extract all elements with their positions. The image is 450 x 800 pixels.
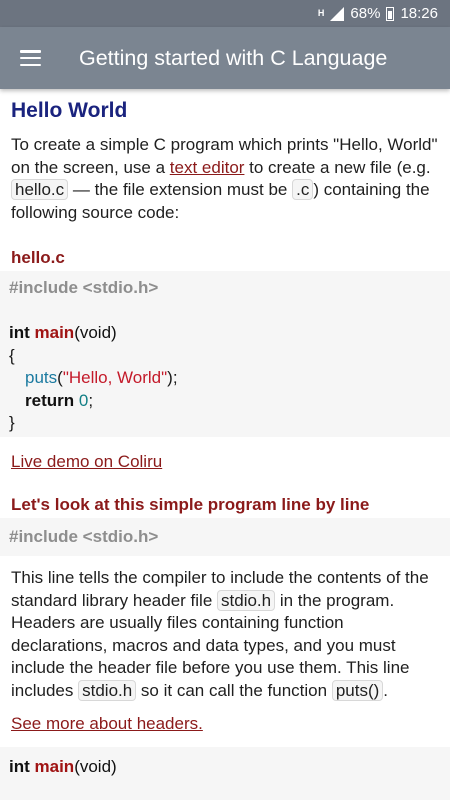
explain-text: . <box>383 680 389 700</box>
code-block: #include <stdio.h> int main(void) { puts… <box>0 271 450 437</box>
battery-icon <box>386 6 395 21</box>
intro-text: to create a new file (e.g. <box>244 157 431 177</box>
code-keyword: int <box>9 757 35 776</box>
text-editor-link[interactable]: text editor <box>170 158 245 177</box>
clock: 18:26 <box>400 5 438 22</box>
app-bar: Getting started with C Language <box>0 27 450 89</box>
code-function: main <box>34 757 75 776</box>
article-content[interactable]: Hello World To create a simple C program… <box>0 89 450 800</box>
line-by-line-title: Let's look at this simple program line b… <box>11 495 370 514</box>
include-code-block: #include <stdio.h> <box>0 518 450 556</box>
code-function: main <box>34 323 75 342</box>
status-bar: H 68% 18:26 <box>0 0 450 27</box>
code-call: puts <box>25 368 58 387</box>
inline-code: .c <box>292 179 314 200</box>
code-params: (void) <box>74 323 117 342</box>
network-type: H <box>317 8 325 18</box>
code-string: "Hello, World" <box>62 368 168 387</box>
code-keyword: int <box>9 323 35 342</box>
menu-button[interactable] <box>0 27 60 89</box>
code-keyword: return <box>25 390 79 410</box>
code-punct: ; <box>88 390 94 410</box>
code-number: 0 <box>78 390 89 410</box>
live-demo-link[interactable]: Live demo on Coliru <box>11 452 162 471</box>
inline-code: stdio.h <box>78 679 137 701</box>
explain-text: so it can call the function <box>136 680 332 700</box>
app-title: Getting started with C Language <box>79 45 388 70</box>
file-name-label: hello.c <box>11 248 65 267</box>
see-more-headers-link[interactable]: See more about headers. <box>11 714 203 733</box>
demo-link-row: Live demo on Coliru <box>11 451 441 474</box>
section-title: Hello World <box>11 99 128 122</box>
signal-icon <box>330 6 345 21</box>
inline-code: puts() <box>331 679 384 701</box>
code-include: #include <stdio.h> <box>9 278 159 297</box>
code-brace: { <box>9 345 15 365</box>
inline-code: hello.c <box>11 179 69 200</box>
code-params: (void) <box>74 757 117 776</box>
inline-code: stdio.h <box>217 589 276 611</box>
main-code-block: int main(void) <box>0 747 450 800</box>
code-brace: } <box>9 413 15 432</box>
code-punct: ); <box>167 368 178 387</box>
explain-paragraph: This line tells the compiler to include … <box>11 567 441 702</box>
headers-link-row: See more about headers. <box>11 713 441 736</box>
intro-text: — the file extension must be <box>68 180 293 199</box>
intro-paragraph: To create a simple C program which print… <box>11 134 441 224</box>
battery-percent: 68% <box>350 5 381 22</box>
code-include: #include <stdio.h> <box>9 527 159 546</box>
hamburger-icon <box>19 50 41 66</box>
